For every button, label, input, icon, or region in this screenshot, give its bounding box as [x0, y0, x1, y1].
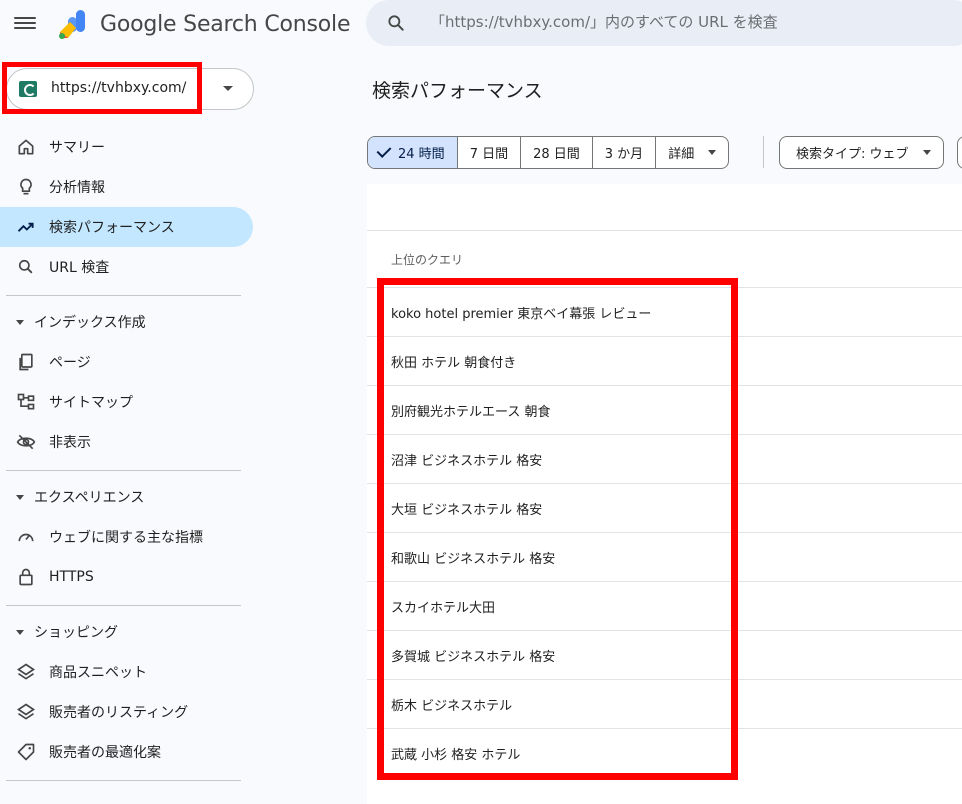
sidebar-item-label: サマリー [49, 140, 105, 156]
sidebar-item-merchant-opportunities[interactable]: 販売者の最適化案 [0, 732, 253, 772]
page-title: 検索パフォーマンス [372, 80, 543, 102]
sidebar-divider [6, 605, 241, 606]
section-title: エクスペリエンス [34, 490, 145, 506]
sidebar-item-label: 販売者の最適化案 [49, 745, 161, 761]
sidebar-item-label: サイトマップ [49, 395, 133, 411]
sidebar-item-pages[interactable]: ページ [0, 342, 253, 382]
sidebar-item-removals[interactable]: 非表示 [0, 422, 253, 462]
lock-icon [19, 568, 33, 586]
check-icon [376, 143, 392, 158]
speed-icon [18, 533, 34, 542]
search-icon [388, 15, 404, 31]
lightbulb-icon [20, 178, 32, 195]
add-filter-button[interactable] [957, 136, 962, 169]
trending-up-icon [17, 222, 34, 232]
sidebar-item-label: 検索パフォーマンス [49, 220, 175, 236]
section-shopping[interactable]: ショッピング [16, 620, 118, 644]
url-inspection-search-bar[interactable] [366, 0, 962, 46]
section-title: インデックス作成 [34, 315, 146, 331]
queries-highlight-box [377, 278, 738, 780]
sitemap-icon [17, 393, 35, 410]
caret-down-icon [922, 150, 931, 155]
sidebar-item-label: URL 検査 [49, 260, 110, 276]
sidebar-item-label: HTTPS [49, 569, 94, 585]
section-title: ショッピング [34, 625, 118, 641]
sidebar-divider [6, 780, 241, 781]
sidebar-item-summary[interactable]: サマリー [0, 127, 253, 167]
caret-down-icon [708, 150, 717, 155]
section-experience[interactable]: エクスペリエンス [16, 485, 144, 509]
chip-28-days[interactable]: 28 日間 [521, 137, 593, 168]
sidebar-item-label: ページ [49, 355, 91, 371]
column-header-top-queries[interactable]: 上位のクエリ [391, 251, 463, 268]
sidebar-divider [6, 295, 241, 296]
sidebar-item-merchant-listings[interactable]: 販売者のリスティング [0, 692, 253, 732]
sidebar-item-label: ウェブに関する主な指標 [49, 530, 203, 546]
search-type-filter[interactable]: 検索タイプ: ウェブ [779, 136, 944, 169]
product-name[interactable]: Google Search Console [100, 12, 350, 37]
section-indexing[interactable]: インデックス作成 [16, 310, 146, 334]
main-menu-button[interactable] [14, 14, 36, 32]
chip-24-hours[interactable]: 24 時間 [368, 137, 458, 168]
caret-down-icon [16, 494, 24, 500]
toolbar-divider [763, 136, 764, 168]
search-icon [18, 259, 33, 274]
card-divider [367, 230, 962, 231]
sidebar-item-label: 商品スニペット [49, 665, 147, 681]
tag-icon [17, 743, 35, 761]
date-range-chips: 24 時間 7 日間 28 日間 3 か月 詳細 [367, 136, 730, 169]
search-input[interactable] [428, 12, 952, 32]
sidebar-item-url-inspection[interactable]: URL 検査 [0, 247, 253, 287]
sidebar-item-product-snippets[interactable]: 商品スニペット [0, 652, 253, 692]
home-icon [18, 139, 34, 155]
chip-more[interactable]: 詳細 [656, 137, 728, 168]
search-console-logo-icon[interactable] [56, 8, 90, 42]
chip-3-months[interactable]: 3 か月 [593, 137, 657, 168]
chip-7-days[interactable]: 7 日間 [458, 137, 522, 168]
sidebar-item-core-web-vitals[interactable]: ウェブに関する主な指標 [0, 517, 253, 557]
layers-icon [16, 663, 36, 680]
sidebar-item-label: 分析情報 [49, 180, 105, 196]
caret-down-icon [223, 86, 233, 91]
layers-icon [16, 703, 36, 720]
visibility-off-icon [16, 434, 36, 450]
sidebar-divider [6, 470, 241, 471]
sidebar-item-sitemaps[interactable]: サイトマップ [0, 382, 253, 422]
sidebar-item-label: 非表示 [49, 435, 91, 451]
caret-down-icon [16, 629, 24, 635]
sidebar-item-search-performance[interactable]: 検索パフォーマンス [0, 207, 253, 247]
sidebar-item-https[interactable]: HTTPS [0, 557, 253, 597]
sidebar-item-label: 販売者のリスティング [49, 705, 189, 721]
property-highlight-box [2, 62, 202, 114]
pages-icon [19, 353, 33, 371]
sidebar-item-insights[interactable]: 分析情報 [0, 167, 253, 207]
caret-down-icon [16, 319, 24, 325]
